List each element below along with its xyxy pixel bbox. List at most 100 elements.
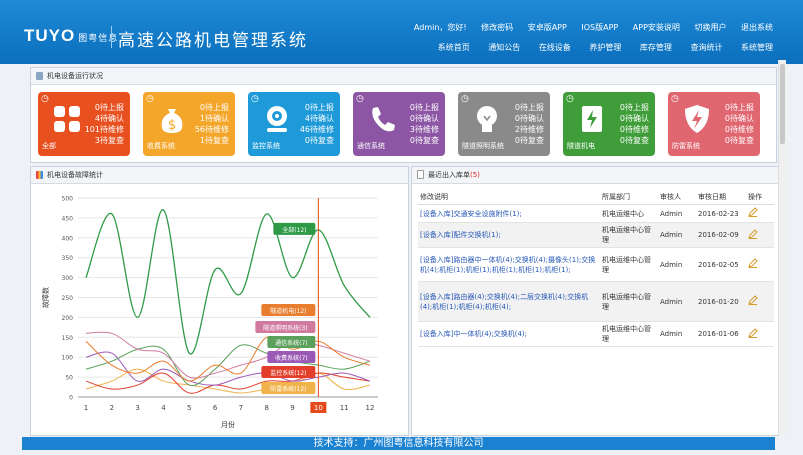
logo-company: 图粤信息 xyxy=(78,33,119,43)
edit-icon[interactable] xyxy=(748,207,758,217)
y-tick-label: 300 xyxy=(62,275,74,282)
panel-title: 机电设备故障统计 xyxy=(47,171,103,179)
series-tooltip-label: 隧道照明系统(3) xyxy=(263,324,308,332)
cell-date: 2016-02-05 xyxy=(696,247,746,282)
edit-icon[interactable] xyxy=(748,327,758,338)
tile-name: 收费系统 xyxy=(147,142,175,150)
tile-stat: 101待维修 xyxy=(84,125,124,134)
clock-icon: ◷ xyxy=(146,94,154,104)
tile-stat: 0待上报 xyxy=(514,103,544,112)
lightning-shield-icon xyxy=(682,104,712,134)
panel-title-bar: 机电设备运行状况 xyxy=(31,68,776,85)
series-tooltip-label: 通信系统(7) xyxy=(275,339,308,347)
switch-user-link[interactable]: 切换用户 xyxy=(694,23,726,32)
panel-title-bar: 机电设备故障统计 xyxy=(31,167,408,184)
col-action: 操作 xyxy=(746,190,774,205)
status-tile[interactable]: ◷ 通信系统 0待上报 0待确认 3待维修 0待复查 xyxy=(353,92,445,156)
cell-desc[interactable]: [设备入库]路由器(4);交换机(4);二层交换机(4);交换机(4);机柜(1… xyxy=(418,281,600,322)
nav-online-devices[interactable]: 在线设备 xyxy=(539,43,571,52)
record-count: (5) xyxy=(470,171,480,179)
x-tick-label: 1 xyxy=(84,404,88,412)
tile-stat: 56待维修 xyxy=(194,125,229,134)
y-axis-label: 故障数 xyxy=(41,287,50,308)
status-tile[interactable]: ◷ 监控系统 0待上报 4待确认 46待维修 0待复查 xyxy=(248,92,340,156)
tile-stat: 0待复查 xyxy=(724,136,754,145)
x-tick-label: 11 xyxy=(340,404,349,412)
nav-notices[interactable]: 通知公告 xyxy=(488,43,520,52)
nav-maintenance[interactable]: 养护管理 xyxy=(589,43,621,52)
cell-desc[interactable]: [设备入库]中一体机(4);交换机(4); xyxy=(418,321,600,347)
nav-inventory[interactable]: 库存管理 xyxy=(640,43,672,52)
status-tile[interactable]: ◷ $ 收费系统 0待上报 1待确认 56待维修 1待复查 xyxy=(143,92,235,156)
cell-reviewer: Admin xyxy=(658,281,696,322)
tile-name: 防雷系统 xyxy=(672,142,700,150)
fault-line-chart: 0501001502002503003504004505001 2 3 4 5 6 7 8 9 1… xyxy=(41,196,378,429)
series-tooltip-label: 收费系统(7) xyxy=(275,354,308,362)
series-tooltip-label: 防雷系统(12) xyxy=(270,385,306,393)
page-scrollbar[interactable] xyxy=(778,60,786,435)
status-tile[interactable]: ◷ 隧道照明系统 0待上报 0待确认 2待维修 0待复查 xyxy=(458,92,550,156)
tile-stat: 0待复查 xyxy=(514,136,544,145)
tile-stats: 0待上报 0待确认 0待维修 0待复查 xyxy=(725,102,754,146)
logout-link[interactable]: 退出系统 xyxy=(741,23,773,32)
cell-date: 2016-02-23 xyxy=(696,204,746,223)
series-line xyxy=(85,209,371,355)
tile-stats: 0待上报 0待确认 3待维修 0待复查 xyxy=(410,102,439,146)
logo-divider xyxy=(111,26,112,48)
clock-icon: ◷ xyxy=(461,94,469,104)
table-row: [设备入库]路由器中一体机(4);交换机(4);摄像头(1);交换机(4);机柜… xyxy=(418,247,774,282)
edit-icon[interactable] xyxy=(748,228,758,239)
clock-icon: ◷ xyxy=(356,94,364,104)
scrollbar-thumb[interactable] xyxy=(780,64,785,144)
tile-stat: 0待确认 xyxy=(409,114,439,123)
tile-name: 监控系统 xyxy=(252,142,280,150)
y-tick-label: 50 xyxy=(65,375,73,382)
camera-icon xyxy=(262,104,292,134)
tile-stat: 0待复查 xyxy=(304,136,334,145)
status-tile[interactable]: ◷ 防雷系统 0待上报 0待确认 0待维修 0待复查 xyxy=(668,92,760,156)
y-tick-label: 0 xyxy=(69,395,73,402)
tile-stat: 4待确认 xyxy=(94,114,124,123)
cell-action xyxy=(746,281,774,322)
cell-desc[interactable]: [设备入库]交通安全设施附件(1); xyxy=(418,204,600,223)
change-password-link[interactable]: 修改密码 xyxy=(481,23,513,32)
series-tooltip-label: 隧道机电(12) xyxy=(270,307,306,315)
cell-action xyxy=(746,204,774,223)
tile-stats: 0待上报 4待确认 101待维修 3待复查 xyxy=(85,102,124,146)
cell-desc[interactable]: [设备入库]配件交换机(1); xyxy=(418,222,600,248)
series-tooltip-label: 监控系统(12) xyxy=(270,369,306,377)
nav-statistics[interactable]: 查询统计 xyxy=(690,43,722,52)
x-tick-label: 9 xyxy=(290,404,294,412)
footer: 技术支持：广州图粤信息科技有限公司 xyxy=(22,437,775,450)
x-tick-label: 10 xyxy=(314,404,323,412)
table-row: [设备入库]中一体机(4);交换机(4); 机电运维中心管理 Admin 2016-0… xyxy=(418,321,774,347)
nav-system-settings[interactable]: 系统管理 xyxy=(741,43,773,52)
status-tile[interactable]: ◷ 隧道机电 0待上报 0待确认 0待维修 0待复查 xyxy=(563,92,655,156)
edit-icon[interactable] xyxy=(748,295,758,305)
document-icon xyxy=(417,170,424,179)
tile-stat: 46待维修 xyxy=(299,125,334,134)
x-axis-label: 月份 xyxy=(221,420,235,429)
cell-date: 2016-01-06 xyxy=(696,321,746,347)
status-tile[interactable]: ◷ 全部 0待上报 4待确认 101待维修 3待复查 xyxy=(38,92,130,156)
series-line xyxy=(85,344,371,387)
y-tick-label: 500 xyxy=(62,196,74,203)
edit-icon[interactable] xyxy=(748,258,758,268)
list-icon xyxy=(36,72,43,80)
series-tooltip-label: 全部(12) xyxy=(282,226,306,234)
android-app-link[interactable]: 安卓版APP xyxy=(528,23,567,32)
table-row: [设备入库]配件交换机(1); 机电运维中心管理 Admin 2016-02-09 xyxy=(418,222,774,248)
tile-name: 全部 xyxy=(42,142,56,150)
top-links: Admin，您好! 修改密码 安卓版APP IOS版APP APP安装说明 切换… xyxy=(402,22,773,33)
cell-desc[interactable]: [设备入库]路由器中一体机(4);交换机(4);摄像头(1);交换机(4);机柜… xyxy=(418,247,600,282)
nav-home[interactable]: 系统首页 xyxy=(438,43,470,52)
ios-app-link[interactable]: IOS版APP xyxy=(581,23,618,32)
cell-dept: 机电运维中心管理 xyxy=(600,281,658,322)
cell-date: 2016-01-20 xyxy=(696,281,746,322)
logo: TUYO 图粤信息 xyxy=(24,26,118,46)
y-tick-label: 100 xyxy=(62,355,74,362)
cell-dept: 机电运维中心管理 xyxy=(600,247,658,282)
tile-name: 通信系统 xyxy=(357,142,385,150)
tile-stat: 0待上报 xyxy=(409,103,439,112)
app-install-guide-link[interactable]: APP安装说明 xyxy=(633,23,680,32)
